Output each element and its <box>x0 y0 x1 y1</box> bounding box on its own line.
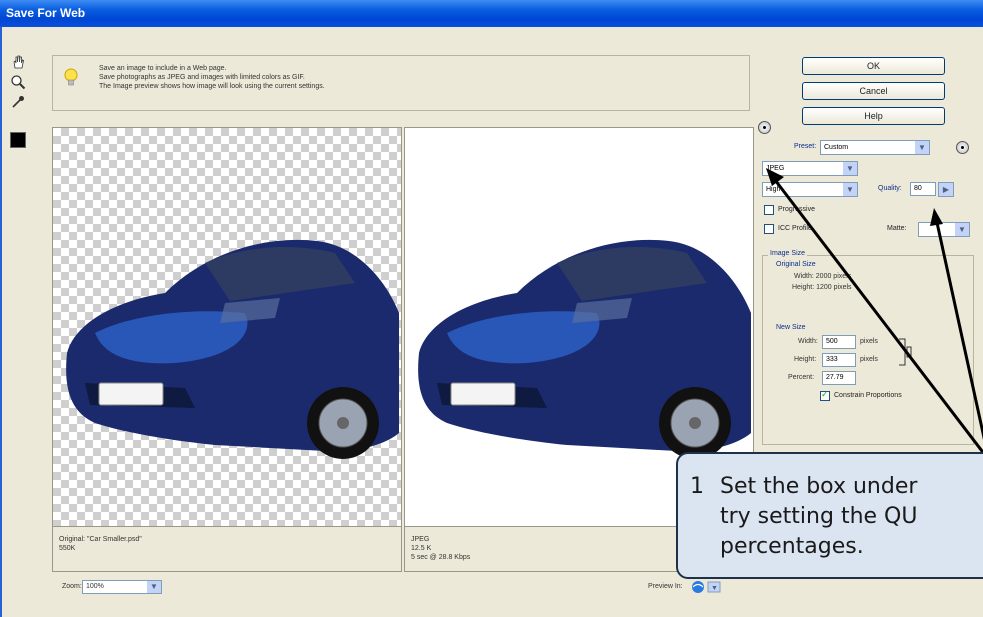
width-input[interactable]: 500 <box>822 335 856 349</box>
quality-level-select[interactable]: High ▼ <box>762 182 858 197</box>
icc-profile-checkbox[interactable] <box>764 224 774 234</box>
optimize-menu-button[interactable] <box>956 141 969 154</box>
constrain-proportions-checkbox[interactable] <box>820 389 830 401</box>
width-label: Width: <box>798 338 818 345</box>
width-unit: pixels <box>860 338 878 345</box>
matte-label: Matte: <box>887 225 907 232</box>
instruction-callout: 1 Set the box under try setting the QU pe… <box>676 452 983 579</box>
callout-line: percentages. <box>720 534 864 559</box>
eyedropper-icon[interactable] <box>10 94 26 110</box>
svg-text:▼: ▼ <box>711 585 718 592</box>
original-preview-pane[interactable]: Original: "Car Smaller.psd" 550K <box>52 127 402 572</box>
format-select[interactable]: JPEG ▼ <box>762 161 858 176</box>
image-size-title: Image Size <box>768 250 808 257</box>
car-image-optimized <box>418 239 751 459</box>
tip-line: The Image preview shows how image will l… <box>99 83 325 90</box>
quality-slider-button[interactable]: ▶ <box>938 182 954 197</box>
new-size-title: New Size <box>776 324 806 331</box>
bottom-bar: Zoom: 100% ▼ Preview In: ▼ <box>52 580 932 596</box>
callout-line: Set the box under <box>720 474 918 499</box>
hand-icon[interactable] <box>10 54 26 70</box>
zoom-select[interactable]: 100% ▼ <box>82 580 162 594</box>
quality-input[interactable]: 80 <box>910 182 936 196</box>
eyedropper-color-swatch[interactable] <box>10 132 26 148</box>
percent-label: Percent: <box>788 374 815 381</box>
original-size-title: Original Size <box>776 261 816 268</box>
tip-line: Save an image to include in a Web page. <box>99 65 227 72</box>
constrain-proportions-label: Constrain Proportions <box>834 392 902 399</box>
preset-select[interactable]: Custom ▼ <box>820 140 930 155</box>
car-image-original <box>66 239 399 459</box>
height-unit: pixels <box>860 356 878 363</box>
chevron-down-icon: ▼ <box>915 141 929 154</box>
ok-button[interactable]: OK <box>802 57 945 75</box>
help-button[interactable]: Help <box>802 107 945 125</box>
chevron-down-icon: ▼ <box>843 183 857 196</box>
original-height: Height: 1200 pixels <box>792 284 852 291</box>
quality-level-value: High <box>766 186 781 193</box>
original-width: Width: 2000 pixels <box>794 273 852 280</box>
matte-select[interactable]: ▼ <box>918 222 970 237</box>
percent-input[interactable]: 27.79 <box>822 371 856 385</box>
callout-line: try setting the QU <box>720 504 918 529</box>
zoom-label: Zoom: <box>62 583 82 590</box>
browser-preview-icon[interactable]: ▼ <box>690 580 730 594</box>
height-label: Height: <box>794 356 817 363</box>
lightbulb-icon <box>64 68 78 86</box>
preset-label: Preset: <box>794 143 817 150</box>
step-number: 1 <box>690 474 704 499</box>
toolbox <box>8 28 30 158</box>
quality-label: Quality: <box>878 185 902 192</box>
height-input[interactable]: 333 <box>822 353 856 367</box>
original-filename: Original: "Car Smaller.psd" <box>59 536 142 543</box>
chevron-right-icon: ▶ <box>939 183 953 196</box>
tips-panel: Save an image to include in a Web page. … <box>52 55 750 111</box>
progressive-label: Progressive <box>778 206 815 213</box>
cancel-button[interactable]: Cancel <box>802 82 945 100</box>
format-value: JPEG <box>766 165 785 172</box>
preview-in-label: Preview In: <box>648 583 683 590</box>
chain-link-icon <box>899 338 912 366</box>
zoom-value: 100% <box>86 583 104 590</box>
original-size: 550K <box>59 545 76 552</box>
window-title: Save For Web <box>6 6 86 20</box>
preview-menu-button[interactable] <box>758 121 771 134</box>
chevron-down-icon: ▼ <box>843 162 857 175</box>
preset-value: Custom <box>824 144 849 151</box>
title-bar: Save For Web <box>0 0 983 27</box>
original-info: Original: "Car Smaller.psd" 550K <box>53 526 401 571</box>
icc-profile-label: ICC Profile <box>778 225 812 232</box>
progressive-checkbox[interactable] <box>764 205 774 215</box>
chevron-down-icon: ▼ <box>955 223 969 236</box>
zoom-icon[interactable] <box>10 74 26 90</box>
chevron-down-icon: ▼ <box>147 581 161 593</box>
tip-line: Save photographs as JPEG and images with… <box>99 74 305 81</box>
tips-text: Save an image to include in a Web page. … <box>99 64 325 91</box>
